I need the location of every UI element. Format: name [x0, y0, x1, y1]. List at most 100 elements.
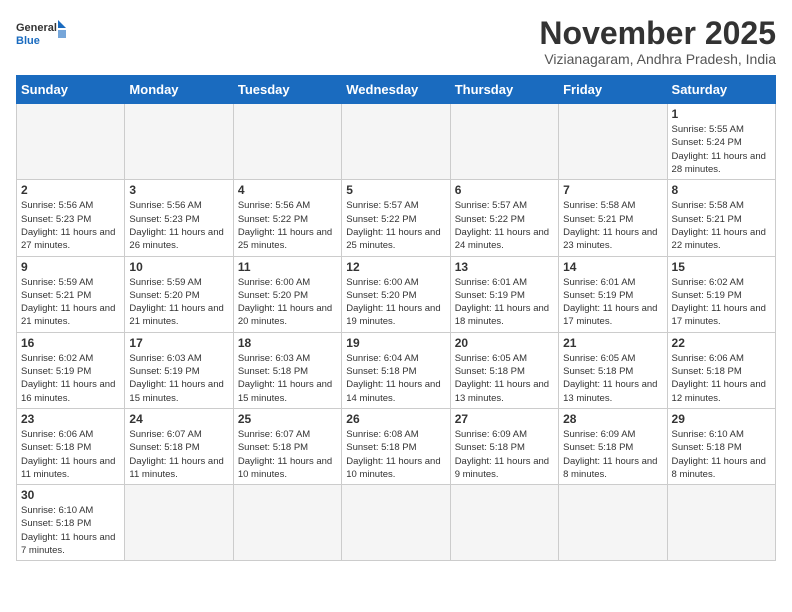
day-info: Sunrise: 6:00 AM Sunset: 5:20 PM Dayligh… [346, 276, 445, 329]
calendar-row: 30 Sunrise: 6:10 AM Sunset: 5:18 PM Dayl… [17, 485, 776, 561]
day-info: Sunrise: 5:59 AM Sunset: 5:20 PM Dayligh… [129, 276, 228, 329]
day-info: Sunrise: 5:56 AM Sunset: 5:23 PM Dayligh… [129, 199, 228, 252]
table-row: 9 Sunrise: 5:59 AM Sunset: 5:21 PM Dayli… [17, 256, 125, 332]
day-info: Sunrise: 6:08 AM Sunset: 5:18 PM Dayligh… [346, 428, 445, 481]
day-info: Sunrise: 5:55 AM Sunset: 5:24 PM Dayligh… [672, 123, 771, 176]
calendar-row: 9 Sunrise: 5:59 AM Sunset: 5:21 PM Dayli… [17, 256, 776, 332]
day-info: Sunrise: 6:09 AM Sunset: 5:18 PM Dayligh… [563, 428, 662, 481]
table-row: 18 Sunrise: 6:03 AM Sunset: 5:18 PM Dayl… [233, 332, 341, 408]
col-tuesday: Tuesday [233, 76, 341, 104]
day-info: Sunrise: 5:57 AM Sunset: 5:22 PM Dayligh… [346, 199, 445, 252]
day-number: 28 [563, 412, 662, 426]
day-number: 29 [672, 412, 771, 426]
table-row [559, 485, 667, 561]
day-info: Sunrise: 5:56 AM Sunset: 5:23 PM Dayligh… [21, 199, 120, 252]
table-row: 21 Sunrise: 6:05 AM Sunset: 5:18 PM Dayl… [559, 332, 667, 408]
table-row: 3 Sunrise: 5:56 AM Sunset: 5:23 PM Dayli… [125, 180, 233, 256]
calendar: Sunday Monday Tuesday Wednesday Thursday… [16, 75, 776, 561]
day-info: Sunrise: 6:00 AM Sunset: 5:20 PM Dayligh… [238, 276, 337, 329]
table-row: 1 Sunrise: 5:55 AM Sunset: 5:24 PM Dayli… [667, 104, 775, 180]
table-row: 26 Sunrise: 6:08 AM Sunset: 5:18 PM Dayl… [342, 408, 450, 484]
table-row: 28 Sunrise: 6:09 AM Sunset: 5:18 PM Dayl… [559, 408, 667, 484]
table-row [125, 104, 233, 180]
table-row: 2 Sunrise: 5:56 AM Sunset: 5:23 PM Dayli… [17, 180, 125, 256]
table-row: 6 Sunrise: 5:57 AM Sunset: 5:22 PM Dayli… [450, 180, 558, 256]
day-number: 30 [21, 488, 120, 502]
table-row: 29 Sunrise: 6:10 AM Sunset: 5:18 PM Dayl… [667, 408, 775, 484]
day-info: Sunrise: 6:09 AM Sunset: 5:18 PM Dayligh… [455, 428, 554, 481]
col-sunday: Sunday [17, 76, 125, 104]
table-row: 16 Sunrise: 6:02 AM Sunset: 5:19 PM Dayl… [17, 332, 125, 408]
day-number: 21 [563, 336, 662, 350]
day-info: Sunrise: 5:56 AM Sunset: 5:22 PM Dayligh… [238, 199, 337, 252]
table-row: 22 Sunrise: 6:06 AM Sunset: 5:18 PM Dayl… [667, 332, 775, 408]
day-info: Sunrise: 6:03 AM Sunset: 5:19 PM Dayligh… [129, 352, 228, 405]
table-row: 8 Sunrise: 5:58 AM Sunset: 5:21 PM Dayli… [667, 180, 775, 256]
calendar-row: 1 Sunrise: 5:55 AM Sunset: 5:24 PM Dayli… [17, 104, 776, 180]
table-row [559, 104, 667, 180]
table-row: 13 Sunrise: 6:01 AM Sunset: 5:19 PM Dayl… [450, 256, 558, 332]
table-row [450, 104, 558, 180]
day-number: 10 [129, 260, 228, 274]
day-info: Sunrise: 5:58 AM Sunset: 5:21 PM Dayligh… [563, 199, 662, 252]
table-row: 12 Sunrise: 6:00 AM Sunset: 5:20 PM Dayl… [342, 256, 450, 332]
table-row: 4 Sunrise: 5:56 AM Sunset: 5:22 PM Dayli… [233, 180, 341, 256]
day-info: Sunrise: 6:03 AM Sunset: 5:18 PM Dayligh… [238, 352, 337, 405]
table-row: 25 Sunrise: 6:07 AM Sunset: 5:18 PM Dayl… [233, 408, 341, 484]
logo: General Blue [16, 16, 66, 56]
header-row: Sunday Monday Tuesday Wednesday Thursday… [17, 76, 776, 104]
table-row: 17 Sunrise: 6:03 AM Sunset: 5:19 PM Dayl… [125, 332, 233, 408]
day-number: 1 [672, 107, 771, 121]
table-row [233, 485, 341, 561]
day-info: Sunrise: 6:01 AM Sunset: 5:19 PM Dayligh… [455, 276, 554, 329]
day-number: 27 [455, 412, 554, 426]
location: Vizianagaram, Andhra Pradesh, India [539, 51, 776, 67]
table-row: 24 Sunrise: 6:07 AM Sunset: 5:18 PM Dayl… [125, 408, 233, 484]
title-area: November 2025 Vizianagaram, Andhra Prade… [539, 16, 776, 67]
col-wednesday: Wednesday [342, 76, 450, 104]
day-number: 6 [455, 183, 554, 197]
table-row [17, 104, 125, 180]
day-number: 11 [238, 260, 337, 274]
day-number: 4 [238, 183, 337, 197]
table-row: 19 Sunrise: 6:04 AM Sunset: 5:18 PM Dayl… [342, 332, 450, 408]
day-info: Sunrise: 6:07 AM Sunset: 5:18 PM Dayligh… [238, 428, 337, 481]
table-row: 5 Sunrise: 5:57 AM Sunset: 5:22 PM Dayli… [342, 180, 450, 256]
day-number: 3 [129, 183, 228, 197]
day-number: 16 [21, 336, 120, 350]
table-row: 14 Sunrise: 6:01 AM Sunset: 5:19 PM Dayl… [559, 256, 667, 332]
day-number: 26 [346, 412, 445, 426]
table-row [342, 485, 450, 561]
day-number: 17 [129, 336, 228, 350]
day-info: Sunrise: 6:10 AM Sunset: 5:18 PM Dayligh… [21, 504, 120, 557]
table-row [342, 104, 450, 180]
day-info: Sunrise: 6:02 AM Sunset: 5:19 PM Dayligh… [21, 352, 120, 405]
logo-icon: General Blue [16, 16, 66, 56]
day-number: 5 [346, 183, 445, 197]
table-row [233, 104, 341, 180]
col-friday: Friday [559, 76, 667, 104]
day-info: Sunrise: 6:04 AM Sunset: 5:18 PM Dayligh… [346, 352, 445, 405]
table-row [450, 485, 558, 561]
month-title: November 2025 [539, 16, 776, 51]
col-saturday: Saturday [667, 76, 775, 104]
svg-text:Blue: Blue [16, 35, 40, 47]
day-info: Sunrise: 6:02 AM Sunset: 5:19 PM Dayligh… [672, 276, 771, 329]
day-number: 8 [672, 183, 771, 197]
day-number: 14 [563, 260, 662, 274]
day-number: 20 [455, 336, 554, 350]
day-number: 18 [238, 336, 337, 350]
calendar-row: 16 Sunrise: 6:02 AM Sunset: 5:19 PM Dayl… [17, 332, 776, 408]
table-row: 10 Sunrise: 5:59 AM Sunset: 5:20 PM Dayl… [125, 256, 233, 332]
day-info: Sunrise: 6:10 AM Sunset: 5:18 PM Dayligh… [672, 428, 771, 481]
day-number: 2 [21, 183, 120, 197]
day-info: Sunrise: 6:01 AM Sunset: 5:19 PM Dayligh… [563, 276, 662, 329]
table-row: 7 Sunrise: 5:58 AM Sunset: 5:21 PM Dayli… [559, 180, 667, 256]
table-row: 30 Sunrise: 6:10 AM Sunset: 5:18 PM Dayl… [17, 485, 125, 561]
day-info: Sunrise: 5:58 AM Sunset: 5:21 PM Dayligh… [672, 199, 771, 252]
day-info: Sunrise: 5:57 AM Sunset: 5:22 PM Dayligh… [455, 199, 554, 252]
col-monday: Monday [125, 76, 233, 104]
table-row: 23 Sunrise: 6:06 AM Sunset: 5:18 PM Dayl… [17, 408, 125, 484]
day-info: Sunrise: 6:06 AM Sunset: 5:18 PM Dayligh… [21, 428, 120, 481]
day-number: 24 [129, 412, 228, 426]
